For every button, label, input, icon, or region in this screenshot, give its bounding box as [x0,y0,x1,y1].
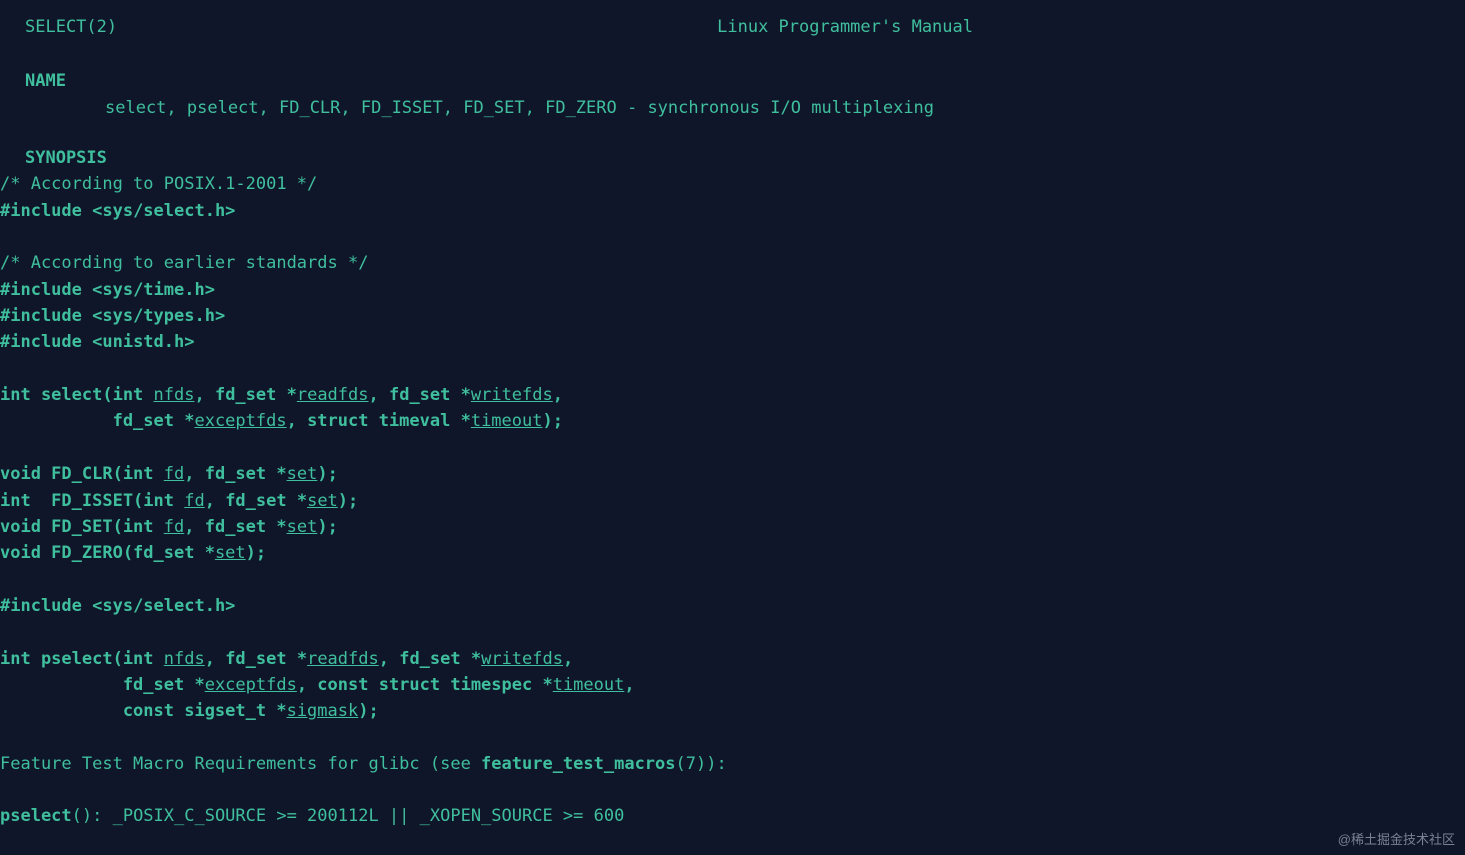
syn-fdisset-c: , fd_set * [205,491,307,511]
syn-fdclr-fd: fd [164,464,184,484]
syn-select-1a: int select(int [0,385,154,405]
syn-include-5b: <sys/select.h> [92,596,235,616]
syn-comment-posix: /* According to POSIX.1-2001 */ [0,174,317,194]
syn-pselect-writefds: writefds [481,649,563,669]
syn-pselect-readfds: readfds [307,649,379,669]
syn-include-3a: #include [0,306,92,326]
syn-select-timeout: timeout [471,411,543,431]
section-name-head: NAME [0,68,1465,94]
psel-req-b: (): _POSIX_C_SOURCE >= 200112L || _XOPEN… [72,806,625,826]
syn-include-4b: <unistd.h> [92,332,194,352]
header-left: SELECT(2) [25,14,117,40]
syn-pselect-nfds: nfds [164,649,205,669]
syn-fdclr-c: , fd_set * [184,464,286,484]
ftm-b: feature_test_macros [481,754,675,774]
syn-pselect-exceptfds: exceptfds [205,675,297,695]
syn-include-1a: #include [0,201,92,221]
syn-fdset-e: ); [317,517,337,537]
pselect-requirement-line: pselect(): _POSIX_C_SOURCE >= 200112L ||… [0,803,1465,829]
syn-fdset-fd: fd [164,517,184,537]
syn-include-5a: #include [0,596,92,616]
syn-fdisset-set: set [307,491,338,511]
watermark: @稀土掘金技术社区 [1338,830,1455,850]
syn-fdzero-set: set [215,543,246,563]
syn-select-exceptfds: exceptfds [194,411,286,431]
syn-fdisset-a: int FD_ISSET(int [0,491,184,511]
syn-select-2e: ); [542,411,562,431]
syn-pselect-3c: ); [358,701,378,721]
syn-select-nfds: nfds [154,385,195,405]
section-synopsis-head: SYNOPSIS [0,145,1465,171]
syn-include-2b: <sys/time.h> [92,280,215,300]
syn-fdisset-fd: fd [184,491,204,511]
syn-pselect-2a: fd_set * [0,675,205,695]
ftm-c: (7)): [676,754,727,774]
syn-pselect-1a: int pselect(int [0,649,164,669]
syn-fdclr-a: void FD_CLR(int [0,464,164,484]
syn-include-3b: <sys/types.h> [92,306,225,326]
syn-fdisset-e: ); [338,491,358,511]
syn-select-2c: , struct timeval * [287,411,471,431]
syn-pselect-2c: , const struct timespec * [297,675,553,695]
syn-select-1e: , fd_set * [369,385,471,405]
syn-pselect-3a: const sigset_t * [0,701,287,721]
syn-fdset-c: , fd_set * [184,517,286,537]
syn-pselect-1c: , fd_set * [205,649,307,669]
syn-include-2a: #include [0,280,92,300]
syn-pselect-2e: , [624,675,634,695]
syn-fdzero-c: ); [246,543,266,563]
synopsis-body: /* According to POSIX.1-2001 */ #include… [0,171,1465,724]
syn-pselect-timeout: timeout [553,675,625,695]
header-center: Linux Programmer's Manual [717,14,973,40]
syn-fdclr-e: ); [317,464,337,484]
syn-fdset-set: set [287,517,318,537]
section-name-body: select, pselect, FD_CLR, FD_ISSET, FD_SE… [0,95,1465,121]
syn-include-1b: <sys/select.h> [92,201,235,221]
syn-fdset-a: void FD_SET(int [0,517,164,537]
syn-include-4a: #include [0,332,92,352]
man-page: SELECT(2) Linux Programmer's Manual NAME… [0,0,1465,829]
syn-select-writefds: writefds [471,385,553,405]
syn-pselect-sigmask: sigmask [287,701,359,721]
syn-select-1c: , fd_set * [194,385,296,405]
syn-select-readfds: readfds [297,385,369,405]
syn-select-1g: , [553,385,563,405]
syn-select-2a: fd_set * [0,411,194,431]
man-header: SELECT(2) Linux Programmer's Manual [0,14,1465,40]
syn-pselect-1e: , fd_set * [379,649,481,669]
syn-comment-earlier: /* According to earlier standards */ [0,253,368,273]
syn-pselect-1g: , [563,649,573,669]
psel-req-a: pselect [0,806,72,826]
syn-fdzero-a: void FD_ZERO(fd_set * [0,543,215,563]
syn-fdclr-set: set [287,464,318,484]
feature-test-macros-line: Feature Test Macro Requirements for glib… [0,751,1465,777]
ftm-a: Feature Test Macro Requirements for glib… [0,754,481,774]
